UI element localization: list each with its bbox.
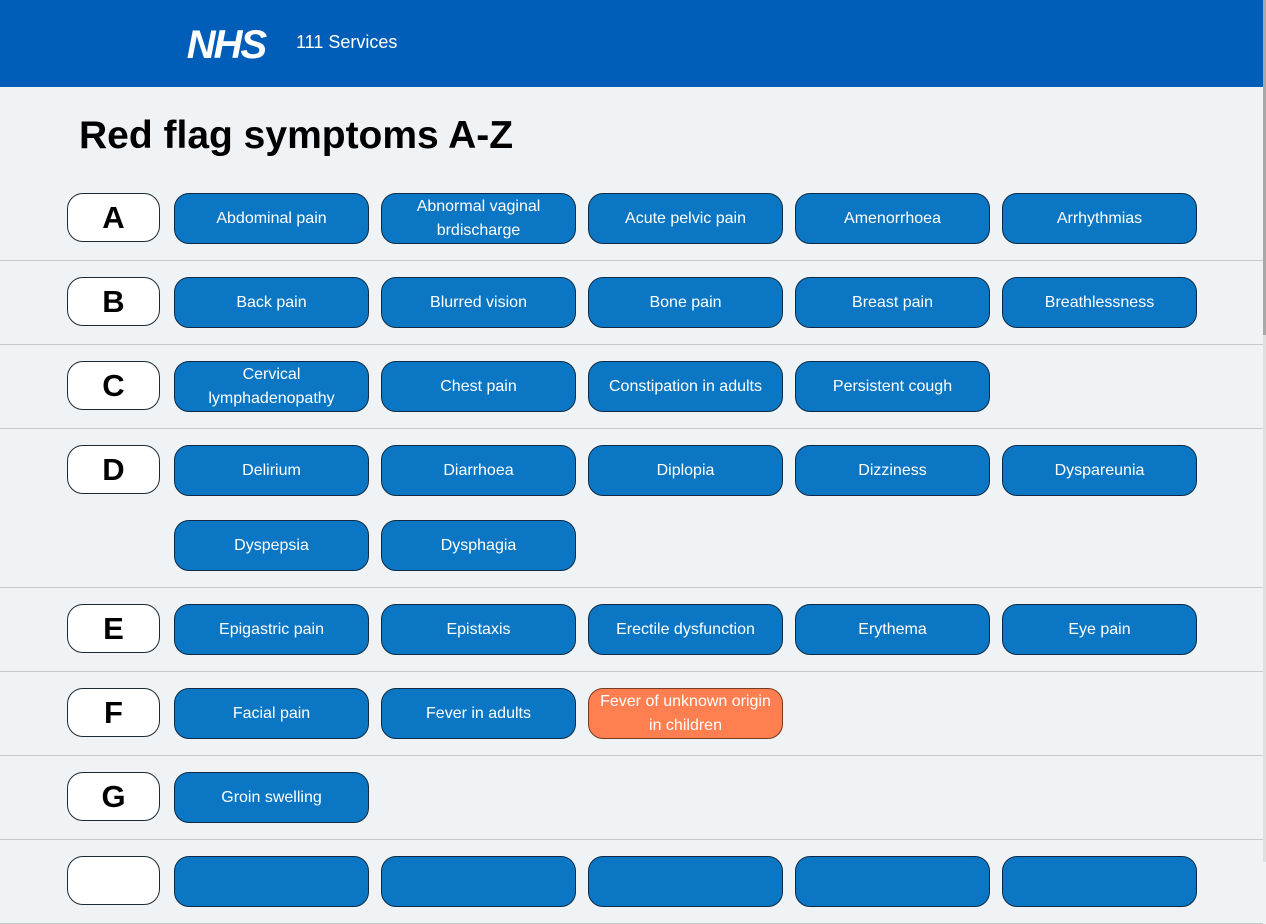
symptom-button-grid: Facial pain Fever in adults Fever of unkno… xyxy=(174,688,1214,739)
symptom-button[interactable]: Breathlessness xyxy=(1002,277,1197,328)
symptom-button[interactable]: Cervical lymphadenopathy xyxy=(174,361,369,412)
symptom-button[interactable]: Groin swelling xyxy=(174,772,369,823)
symptom-button[interactable] xyxy=(588,856,783,907)
letter-heading: C xyxy=(67,361,160,410)
symptom-button[interactable]: Bone pain xyxy=(588,277,783,328)
site-header: NHS 111 Services xyxy=(0,0,1263,87)
symptom-button[interactable]: Dysphagia xyxy=(381,520,576,571)
letter-heading: F xyxy=(67,688,160,737)
letter-group-row xyxy=(0,840,1263,924)
page-title: Red flag symptoms A-Z xyxy=(79,114,514,157)
symptom-button[interactable]: Dyspareunia xyxy=(1002,445,1197,496)
symptom-button[interactable]: Amenorrhoea xyxy=(795,193,990,244)
symptom-button[interactable]: Epistaxis xyxy=(381,604,576,655)
symptom-button[interactable]: Constipation in adults xyxy=(588,361,783,412)
symptom-button[interactable]: Fever in adults xyxy=(381,688,576,739)
letter-group-row: A Abdominal pain Abnormal vaginal brdischa… xyxy=(0,177,1263,261)
symptom-button[interactable]: Diarrhoea xyxy=(381,445,576,496)
symptom-button[interactable]: Epigastric pain xyxy=(174,604,369,655)
symptom-button[interactable]: Chest pain xyxy=(381,361,576,412)
symptom-button[interactable] xyxy=(795,856,990,907)
symptom-button[interactable]: Arrhythmias xyxy=(1002,193,1197,244)
symptom-button-grid: Delirium Diarrhoea Diplopia Dizziness Dyspar… xyxy=(174,445,1214,571)
symptom-button[interactable]: Abnormal vaginal brdischarge xyxy=(381,193,576,244)
service-name[interactable]: 111 Services xyxy=(296,30,397,54)
symptom-button[interactable]: Persistent cough xyxy=(795,361,990,412)
symptom-button-grid: Back pain Blurred vision Bone pain Breast p… xyxy=(174,277,1214,328)
symptom-button[interactable]: Erectile dysfunction xyxy=(588,604,783,655)
letter-group-row: G Groin swelling xyxy=(0,756,1263,840)
letter-heading: D xyxy=(67,445,160,494)
letter-group-row: B Back pain Blurred vision Bone pain Breast … xyxy=(0,261,1263,345)
letter-group-row: E Epigastric pain Epistaxis Erectile dysfun… xyxy=(0,588,1263,672)
symptom-button[interactable]: Fever of unknown origin in children xyxy=(588,688,783,739)
symptom-button[interactable]: Erythema xyxy=(795,604,990,655)
symptom-button[interactable]: Back pain xyxy=(174,277,369,328)
symptom-button[interactable]: Eye pain xyxy=(1002,604,1197,655)
symptom-button[interactable]: Breast pain xyxy=(795,277,990,328)
letter-heading: A xyxy=(67,193,160,242)
symptom-button-grid: Groin swelling xyxy=(174,772,1214,823)
letter-group-row: C Cervical lymphadenopathy Chest pain Const… xyxy=(0,345,1263,429)
symptom-button[interactable]: Facial pain xyxy=(174,688,369,739)
letter-heading: B xyxy=(67,277,160,326)
letter-group-row: D Delirium Diarrhoea Diplopia Dizziness Dyspa… xyxy=(0,429,1263,588)
letter-heading: G xyxy=(67,772,160,821)
letter-heading xyxy=(67,856,160,905)
nhs-logo-text: NHS xyxy=(187,24,268,62)
symptom-button-grid: Abdominal pain Abnormal vaginal brdischar… xyxy=(174,193,1214,244)
letter-heading: E xyxy=(67,604,160,653)
symptom-button[interactable] xyxy=(174,856,369,907)
symptom-button[interactable] xyxy=(1002,856,1197,907)
symptom-button[interactable]: Abdominal pain xyxy=(174,193,369,244)
symptom-az-list: A Abdominal pain Abnormal vaginal brdischa… xyxy=(0,177,1263,924)
symptom-button[interactable]: Diplopia xyxy=(588,445,783,496)
nhs-logo[interactable]: NHS xyxy=(178,24,275,62)
symptom-button[interactable]: Dizziness xyxy=(795,445,990,496)
symptom-button[interactable] xyxy=(381,856,576,907)
symptom-button-grid: Epigastric pain Epistaxis Erectile dysfunc… xyxy=(174,604,1214,655)
symptom-button-grid: Cervical lymphadenopathy Chest pain Consti… xyxy=(174,361,1214,412)
symptom-button[interactable]: Blurred vision xyxy=(381,277,576,328)
symptom-button[interactable]: Dyspepsia xyxy=(174,520,369,571)
symptom-button[interactable]: Acute pelvic pain xyxy=(588,193,783,244)
letter-group-row: F Facial pain Fever in adults Fever of unkn… xyxy=(0,672,1263,756)
symptom-button-grid xyxy=(174,856,1214,907)
symptom-button[interactable]: Delirium xyxy=(174,445,369,496)
